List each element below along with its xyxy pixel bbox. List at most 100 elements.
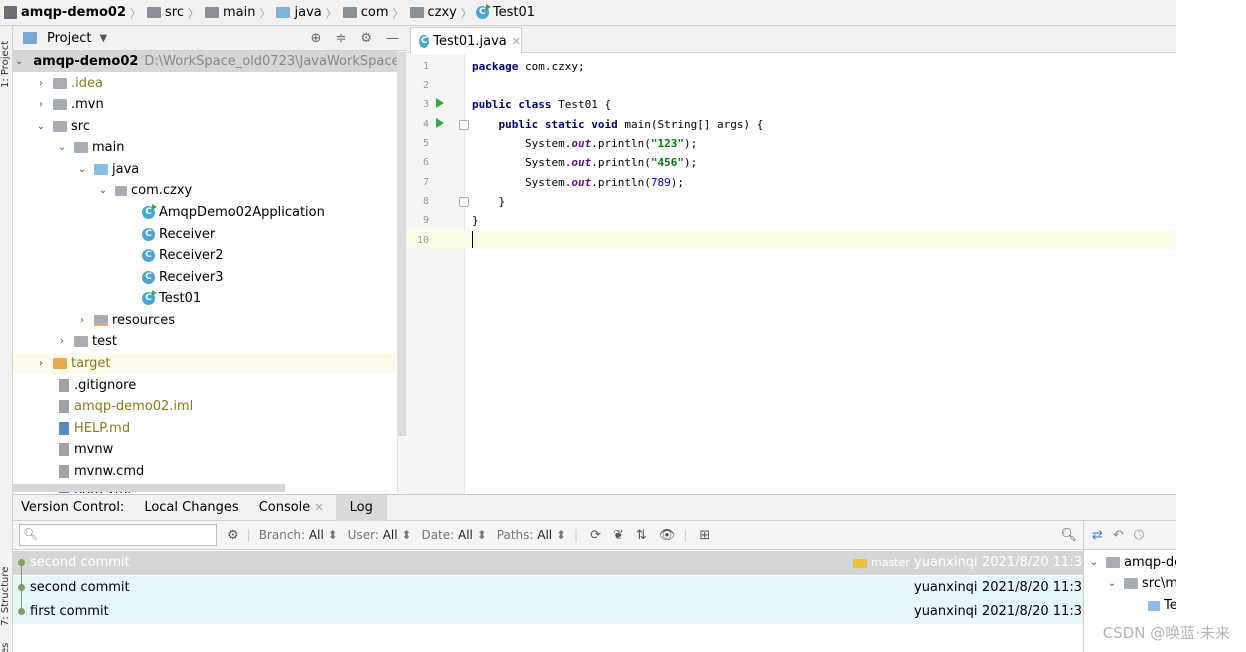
tree-item-resources[interactable]: › resources (13, 310, 397, 331)
tree-item-amqpdemo02application[interactable]: C AmqpDemo02Application (13, 202, 397, 223)
run-main-icon[interactable] (436, 118, 444, 128)
user-filter[interactable]: User: All ⬍ (348, 528, 412, 542)
code-line-7: System.out.println(789); (524, 176, 684, 189)
folder-icon (53, 78, 67, 89)
history-icon[interactable]: 🕓︎ (1134, 528, 1144, 543)
project-tree-scroll-thumb[interactable] (398, 52, 406, 436)
chevron-down-icon[interactable]: ▼ (99, 33, 107, 44)
tree-item-amqp-demo02[interactable]: ⌄ amqp-demo02 D:\WorkSpace_old0723\JavaW… (13, 51, 397, 72)
breadcrumb-com[interactable]: com (341, 0, 389, 26)
breadcrumb-main[interactable]: main (203, 0, 255, 26)
editor-tab-test01[interactable]: C Test01.java ✕ (410, 27, 522, 54)
cherry-pick-icon[interactable]: ❦ (613, 528, 624, 543)
tree-item-target[interactable]: › target (13, 353, 397, 374)
chevron-right-icon[interactable]: › (35, 353, 47, 374)
hide-icon[interactable]: — (386, 31, 399, 46)
fold-marker-icon[interactable] (459, 120, 469, 130)
tree-item-help-md[interactable]: HELP.md (13, 418, 397, 439)
code-line-1: package com.czxy; (472, 60, 585, 73)
tree-item-com-czxy[interactable]: ⌄ com.czxy (13, 180, 397, 201)
gear-icon[interactable]: ⚙ (227, 528, 239, 543)
tree-item-receiver[interactable]: C Receiver (13, 224, 397, 245)
resources-folder-icon (94, 315, 108, 326)
tree-item-java[interactable]: ⌄ java (13, 159, 397, 180)
chevron-down-icon[interactable]: ⌄ (1106, 573, 1118, 594)
tree-item-receiver3[interactable]: C Receiver3 (13, 267, 397, 288)
structure-tool-tab[interactable]: 7: Structure (0, 567, 11, 626)
tree-item-mvnw-cmd[interactable]: mvnw.cmd (13, 461, 397, 482)
commit-row[interactable]: second commit yuanxinqi 2021/8/20 11:31 (13, 576, 1090, 600)
changes-item-file[interactable]: Te (1148, 595, 1176, 616)
fold-marker-icon[interactable] (459, 197, 469, 207)
tree-item-main[interactable]: ⌄ main (13, 137, 397, 158)
collapse-all-icon[interactable]: ≑ (335, 31, 346, 46)
diff-icon[interactable]: ⇄ (1092, 528, 1103, 543)
new-tab-icon[interactable]: ⊞ (699, 528, 710, 543)
chevron-down-icon[interactable]: ⌄ (35, 116, 47, 137)
refresh-icon[interactable]: ⟳ (590, 528, 601, 543)
chevron-down-icon[interactable]: ⌄ (97, 180, 109, 201)
folder-icon (1124, 578, 1138, 589)
branch-filter[interactable]: Branch: All ⬍ (259, 528, 338, 542)
chevron-down-icon[interactable]: ⌄ (56, 137, 68, 158)
tree-item-receiver2[interactable]: C Receiver2 (13, 245, 397, 266)
tree-item-src[interactable]: ⌄ src (13, 116, 397, 137)
eye-icon[interactable]: 👁︎ (659, 528, 676, 543)
folder-icon (74, 142, 88, 153)
line-number: 1 (422, 61, 429, 72)
left-tool-strip: 1: Project 7: Structure es (0, 26, 13, 652)
chevron-down-icon[interactable]: ⌄ (76, 159, 88, 180)
tree-item-test01[interactable]: C Test01 (13, 288, 397, 309)
close-icon[interactable]: ✕ (314, 501, 323, 514)
chevron-right-icon[interactable]: › (76, 310, 88, 331)
changes-item-module[interactable]: ⌄ amqp-de (1088, 552, 1176, 573)
chevron-down-icon[interactable]: ⌄ (1088, 552, 1100, 573)
tab-log[interactable]: Log (335, 494, 387, 521)
breadcrumb-test01[interactable]: C Test01 (475, 0, 535, 26)
tag-icon (853, 558, 867, 568)
breadcrumb-java[interactable]: java (274, 0, 322, 26)
commit-row[interactable]: second commit master yuanxinqi 2021/8/20… (13, 551, 1090, 575)
log-search-input[interactable]: 🔍︎ (19, 524, 217, 546)
chevron-right-icon[interactable]: › (35, 73, 47, 94)
tree-item-gitignore[interactable]: .gitignore (13, 375, 397, 396)
commit-row[interactable]: first commit yuanxinqi 2021/8/20 11:30 (13, 600, 1090, 624)
version-control-label: Version Control: (21, 499, 125, 515)
tab-console[interactable]: Console ✕ (251, 495, 332, 521)
sort-icon[interactable]: ⇅ (636, 528, 647, 543)
project-tree-horizontal-scrollbar[interactable] (13, 484, 285, 492)
line-number: 7 (422, 177, 429, 188)
tree-item-iml[interactable]: amqp-demo02.iml (13, 396, 397, 417)
breadcrumb-czxy[interactable]: czxy (408, 0, 457, 26)
gear-icon[interactable]: ⚙ (360, 31, 372, 46)
chevron-right-icon[interactable]: › (56, 331, 68, 352)
tree-item-mvnw[interactable]: mvnw (13, 439, 397, 460)
changes-item-src[interactable]: ⌄ src\m (1106, 573, 1176, 594)
search-icon[interactable]: 🔍︎ (1060, 528, 1077, 543)
chevron-right-icon[interactable]: › (35, 94, 47, 115)
tree-item-idea[interactable]: › .idea (13, 73, 397, 94)
favorites-tool-tab[interactable]: es (0, 643, 11, 652)
excluded-folder-icon (53, 358, 67, 369)
changes-toolbar: ⇄ ↶ 🕓︎ (1083, 521, 1176, 550)
locate-icon[interactable]: ⊕ (311, 31, 322, 46)
code-line-5: System.out.println("123"); (524, 137, 698, 150)
close-icon[interactable]: ✕ (512, 35, 521, 48)
tab-local-changes[interactable]: Local Changes (136, 495, 246, 521)
paths-filter[interactable]: Paths: All ⬍ (497, 528, 566, 542)
tree-item-mvn[interactable]: › .mvn (13, 94, 397, 115)
chevron-down-icon[interactable]: ⌄ (15, 51, 23, 72)
code-line-3: public class Test01 { (472, 98, 612, 111)
module-file-icon (59, 400, 69, 413)
run-class-icon[interactable] (436, 98, 444, 108)
project-tool-tab[interactable]: 1: Project (0, 41, 11, 88)
tree-item-test[interactable]: › test (13, 331, 397, 352)
project-view-selector[interactable]: Project (47, 31, 91, 46)
breadcrumb-src[interactable]: src (145, 0, 184, 26)
revert-icon[interactable]: ↶ (1113, 528, 1124, 543)
date-filter[interactable]: Date: All ⬍ (421, 528, 486, 542)
folder-icon (205, 7, 219, 18)
code-line-4: public static void main(String[] args) { (498, 118, 764, 131)
breadcrumb-project[interactable]: amqp-demo02 (2, 0, 126, 26)
package-icon (409, 7, 424, 18)
